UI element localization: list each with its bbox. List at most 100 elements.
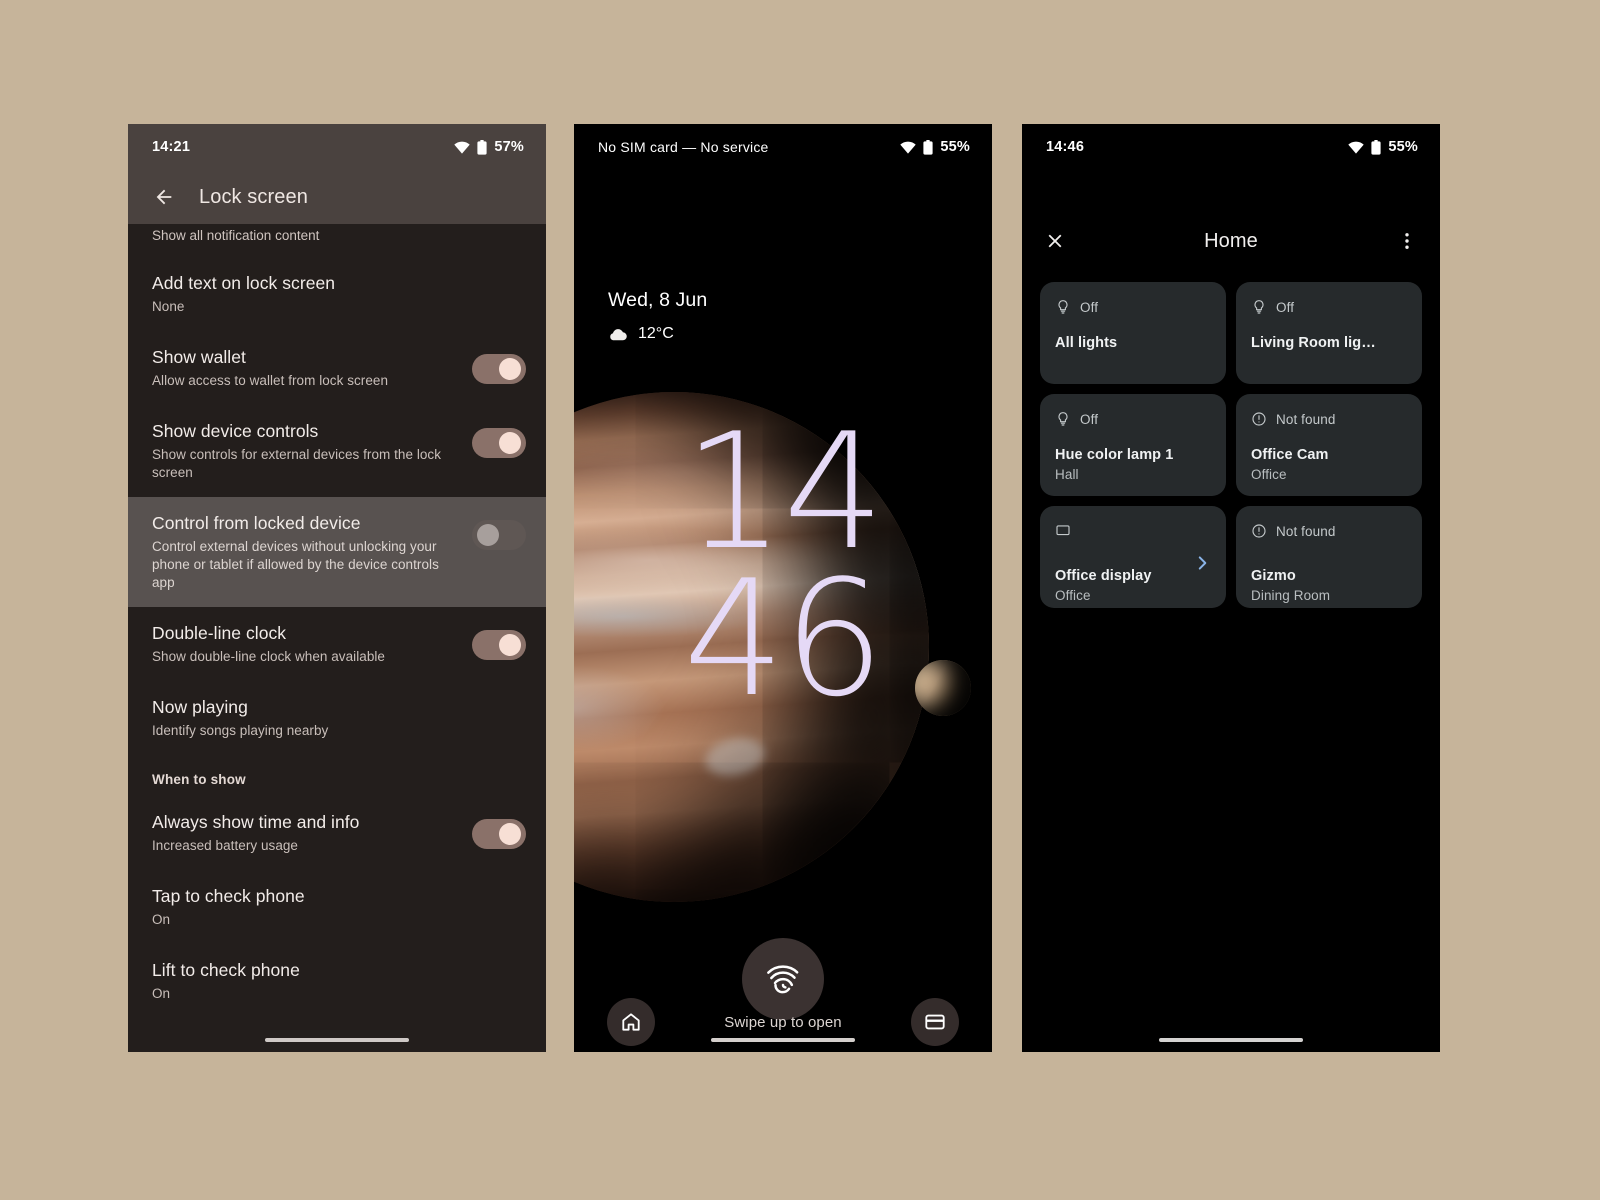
status-bar: No SIM card — No service 55%: [574, 124, 992, 170]
device-controls-grid: Off All lights Off Living Room lights Of…: [1022, 270, 1440, 608]
row-texts: Now playing Identify songs playing nearb…: [152, 696, 522, 740]
partial-row-sub: Show all notification content: [152, 228, 320, 243]
status-time: 14:21: [152, 139, 191, 155]
card-header: [1055, 521, 1211, 541]
battery-percent: 55%: [1388, 139, 1418, 155]
display-icon: [1056, 525, 1070, 536]
card-header: Off: [1055, 409, 1211, 429]
row-texts: Control from locked device Control exter…: [152, 512, 462, 592]
lock-clock: 14 46: [574, 412, 992, 719]
toggle-show-wallet[interactable]: [472, 354, 526, 384]
card-header: Off: [1251, 297, 1407, 317]
home-shortcut-button[interactable]: [607, 998, 655, 1046]
wallet-icon: [925, 1014, 945, 1030]
row-title: Control from locked device: [152, 513, 361, 533]
chevron-right-icon[interactable]: [1193, 554, 1211, 572]
card-header: Off: [1055, 297, 1211, 317]
row-title: Add text on lock screen: [152, 273, 336, 293]
back-arrow-icon[interactable]: [153, 186, 175, 208]
setting-row-now-playing[interactable]: Now playing Identify songs playing nearb…: [128, 681, 546, 755]
home-icon: [622, 1013, 640, 1031]
phone-lock-screen: No SIM card — No service 55% Wed, 8 Jun: [574, 124, 992, 1052]
battery-icon: [923, 139, 933, 155]
status-indicators: 55%: [1348, 139, 1418, 155]
battery-percent: 57%: [494, 139, 524, 155]
wallet-shortcut-button[interactable]: [911, 998, 959, 1046]
gesture-nav-bar[interactable]: [1159, 1038, 1303, 1042]
lightbulb-icon: [1254, 300, 1264, 314]
setting-row-always-show-time[interactable]: Always show time and info Increased batt…: [128, 796, 546, 870]
row-texts: Always show time and info Increased batt…: [152, 811, 462, 855]
row-texts: Tap to check phone On: [152, 885, 522, 929]
toggle-show-device-controls[interactable]: [472, 428, 526, 458]
partial-row-notification-content[interactable]: Show all notification content: [128, 224, 546, 257]
control-card-office-display[interactable]: Office display Office: [1040, 506, 1226, 608]
row-sub: Allow access to wallet from lock screen: [152, 373, 389, 388]
setting-row-show-wallet[interactable]: Show wallet Allow access to wallet from …: [128, 331, 546, 405]
kebab-menu-icon[interactable]: [1396, 230, 1418, 252]
row-sub: Increased battery usage: [152, 838, 298, 853]
gesture-nav-bar[interactable]: [265, 1038, 409, 1042]
control-card-gizmo[interactable]: Not found Gizmo Dining Room: [1236, 506, 1422, 608]
row-sub: Identify songs playing nearby: [152, 723, 329, 738]
status-time: 14:46: [1046, 139, 1085, 155]
row-title: Tap to check phone: [152, 886, 305, 906]
toggle-knob: [499, 634, 521, 656]
settings-top-region: 14:21 57% Lock screen: [128, 124, 546, 224]
toggle-double-line-clock[interactable]: [472, 630, 526, 660]
page-title: Lock screen: [199, 185, 308, 208]
row-texts: Lift to check phone On: [152, 959, 522, 1003]
setting-row-add-text[interactable]: Add text on lock screen None: [128, 257, 546, 331]
setting-row-lift-to-check-phone[interactable]: Lift to check phone On: [128, 944, 546, 1018]
battery-percent: 55%: [940, 139, 970, 155]
row-title: Show wallet: [152, 347, 246, 367]
toggle-knob: [477, 524, 499, 546]
close-icon[interactable]: [1044, 230, 1066, 252]
gesture-nav-bar[interactable]: [711, 1038, 855, 1042]
row-sub: On: [152, 912, 171, 927]
wifi-icon: [1348, 141, 1365, 154]
row-title: Show device controls: [152, 421, 319, 441]
lightbulb-icon: [1058, 412, 1068, 426]
card-header: Not found: [1251, 409, 1407, 429]
row-sub: Show controls for external devices from …: [152, 447, 442, 480]
phone-home-device-controls: 14:46 55% Home Off All lights Off Living…: [1022, 124, 1440, 1052]
control-card-all-lights[interactable]: Off All lights: [1040, 282, 1226, 384]
card-room: Dining Room: [1251, 588, 1331, 603]
page-title: Home: [1204, 229, 1258, 252]
battery-icon: [477, 139, 487, 155]
setting-row-tap-to-check-phone[interactable]: Tap to check phone On: [128, 870, 546, 944]
setting-row-double-line-clock[interactable]: Double-line clock Show double-line clock…: [128, 607, 546, 681]
control-card-office-cam[interactable]: Not found Office Cam Office: [1236, 394, 1422, 496]
status-bar: 14:46 55%: [1022, 124, 1440, 170]
settings-list: Show all notification content Add text o…: [128, 224, 546, 1018]
card-status: Not found: [1276, 523, 1336, 539]
row-title: Lift to check phone: [152, 960, 300, 980]
card-room: Office: [1251, 467, 1287, 482]
weather-temp: 12°C: [638, 325, 674, 342]
swipe-hint: Swipe up to open: [724, 1013, 842, 1031]
card-header: Not found: [1251, 521, 1407, 541]
phone-lock-screen-settings: 14:21 57% Lock screen Show all notificat…: [128, 124, 546, 1052]
wifi-icon: [900, 141, 917, 154]
toggle-control-from-locked-device[interactable]: [472, 520, 526, 550]
card-name: Gizmo: [1251, 568, 1296, 584]
row-texts: Add text on lock screen None: [152, 272, 522, 316]
app-bar: Lock screen: [128, 170, 546, 224]
lock-screen-content: Wed, 8 Jun 12°C 14 46 Swipe up to open: [574, 170, 992, 1052]
toggle-knob: [499, 432, 521, 454]
card-status: Off: [1276, 299, 1295, 315]
toggle-always-show-time[interactable]: [472, 819, 526, 849]
setting-row-show-device-controls[interactable]: Show device controls Show controls for e…: [128, 405, 546, 497]
control-card-hue-color-lamp-1[interactable]: Off Hue color lamp 1 Hall: [1040, 394, 1226, 496]
row-texts: Show device controls Show controls for e…: [152, 420, 462, 482]
card-status: Off: [1080, 411, 1099, 427]
error-icon: [1252, 524, 1266, 538]
row-sub: Control external devices without unlocki…: [152, 539, 439, 590]
lock-weather[interactable]: 12°C: [608, 325, 674, 343]
control-card-living-room-lights[interactable]: Off Living Room lights: [1236, 282, 1422, 384]
card-room: Office: [1055, 588, 1091, 603]
error-icon: [1252, 412, 1266, 426]
status-carrier: No SIM card — No service: [598, 139, 769, 155]
setting-row-control-from-locked-device[interactable]: Control from locked device Control exter…: [128, 497, 546, 607]
